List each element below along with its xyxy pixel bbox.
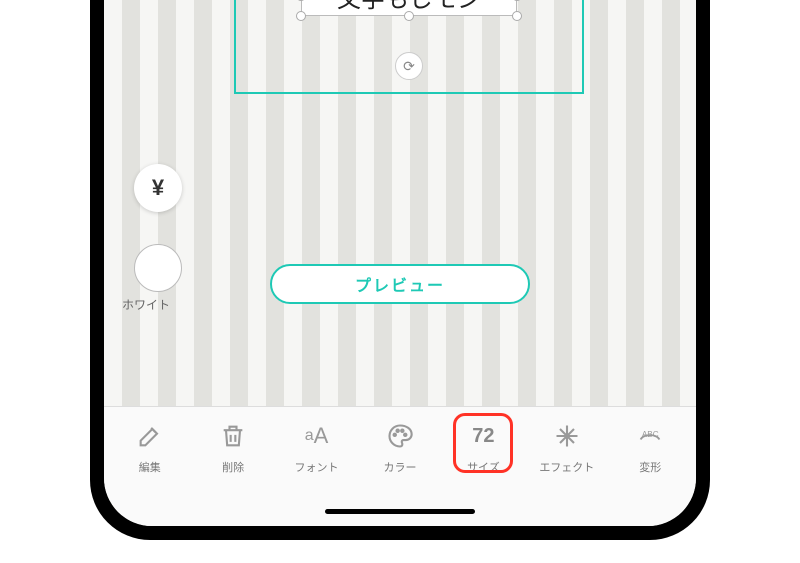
rotate-handle[interactable]: ⟳ [395, 52, 423, 80]
preview-label: プレビュー [355, 272, 445, 296]
edit-icon [133, 419, 167, 453]
svg-text:ABC: ABC [642, 430, 659, 439]
resize-handle-bm[interactable] [404, 11, 414, 21]
app-screen: 文字もじモジ ⟳ ¥ ホワイト プレビュー [104, 0, 696, 526]
home-indicator[interactable] [325, 509, 475, 514]
tool-transform[interactable]: ABC 変形 [609, 419, 692, 475]
tool-delete[interactable]: 削除 [191, 419, 274, 475]
tool-size[interactable]: 72 サイズ [442, 419, 525, 475]
trash-icon [216, 419, 250, 453]
tool-font[interactable]: aA フォント [275, 419, 358, 475]
price-button[interactable]: ¥ [134, 164, 182, 212]
palette-icon [383, 419, 417, 453]
text-object[interactable]: 文字もじモジ [301, 0, 517, 16]
tool-size-label: サイズ [467, 459, 500, 475]
design-canvas[interactable]: 文字もじモジ ⟳ ¥ ホワイト プレビュー [104, 0, 696, 414]
sparkle-icon [550, 419, 584, 453]
transform-icon: ABC [633, 419, 667, 453]
resize-handle-br[interactable] [512, 11, 522, 21]
size-value: 72 [466, 419, 500, 453]
resize-handle-ml[interactable] [296, 0, 306, 1]
tool-effect[interactable]: エフェクト [525, 419, 608, 475]
bottom-toolbar: 編集 削除 aA フォント カラー 72 サイズ [104, 406, 696, 526]
tool-transform-label: 変形 [639, 459, 661, 475]
phone-frame: 文字もじモジ ⟳ ¥ ホワイト プレビュー [90, 0, 710, 540]
yen-icon: ¥ [152, 175, 164, 201]
tool-color[interactable]: カラー [358, 419, 441, 475]
print-area-bounds: 文字もじモジ ⟳ [234, 0, 584, 94]
tool-edit[interactable]: 編集 [108, 419, 191, 475]
product-color-label: ホワイト [122, 296, 170, 313]
resize-handle-bl[interactable] [296, 11, 306, 21]
tool-effect-label: エフェクト [539, 459, 594, 475]
tool-color-label: カラー [383, 459, 416, 475]
resize-handle-mr[interactable] [512, 0, 522, 1]
product-color-swatch[interactable] [134, 244, 182, 292]
tool-edit-label: 編集 [139, 459, 161, 475]
tool-delete-label: 削除 [222, 459, 244, 475]
font-icon: aA [300, 419, 334, 453]
tool-font-label: フォント [295, 459, 339, 475]
preview-button[interactable]: プレビュー [270, 264, 530, 304]
